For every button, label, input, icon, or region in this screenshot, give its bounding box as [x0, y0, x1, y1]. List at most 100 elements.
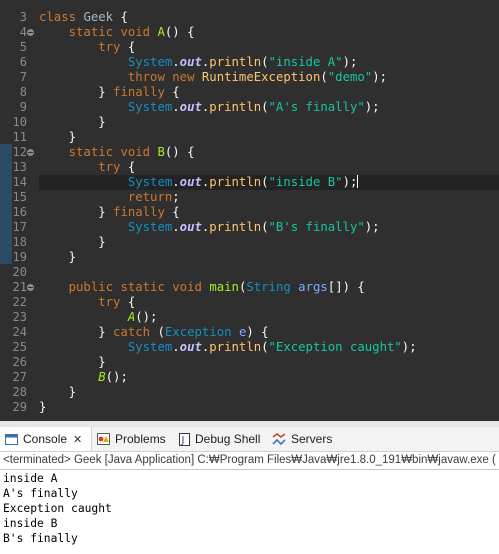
code-line[interactable]: } [39, 250, 499, 265]
code-line[interactable]: } [39, 385, 499, 400]
line-number-row: 24 [0, 325, 37, 340]
code-token: ; [172, 190, 180, 204]
line-number-row: 4 [0, 25, 37, 40]
code-token: ( [261, 175, 269, 189]
code-line[interactable]: } [39, 130, 499, 145]
console-output-line: A's finally [3, 487, 78, 500]
tab-servers-label: Servers [291, 432, 333, 446]
line-number-gutter: 3 4 5 6 7 8 9 10 11 12 13 14 15 16 17 18 19 20 21 22 23 24 25 2… [0, 0, 37, 421]
code-line[interactable]: System.out.println("A's finally"); [39, 100, 499, 115]
line-number-row: 5 [0, 40, 37, 55]
code-line[interactable]: } finally { [39, 205, 499, 220]
line-number: 24 [12, 325, 27, 339]
line-number: 7 [19, 70, 27, 84]
line-number: 5 [19, 40, 27, 54]
code-line[interactable]: public static void main(String args[]) { [39, 280, 499, 295]
console-output[interactable]: inside A A's finally Exception caught insid… [0, 470, 499, 554]
code-token: } [39, 115, 106, 129]
line-number-row: 23 [0, 310, 37, 325]
code-token: Geek [83, 10, 114, 24]
code-line[interactable] [39, 265, 499, 280]
fold-toggle-icon[interactable] [27, 284, 34, 291]
code-token: . [172, 175, 180, 189]
console-output-line: inside B [3, 517, 58, 530]
code-line[interactable]: B(); [39, 370, 499, 385]
code-line[interactable]: try { [39, 295, 499, 310]
line-number: 14 [12, 175, 27, 189]
tab-console[interactable]: Console ✕ [0, 427, 92, 451]
line-number-row: 11 [0, 130, 37, 145]
code-line[interactable]: System.out.println("inside B"); [39, 175, 499, 190]
code-line[interactable]: static void A() { [39, 25, 499, 40]
code-editor[interactable]: 3 4 5 6 7 8 9 10 11 12 13 14 15 16 17 18 19 20 21 22 23 24 25 2… [0, 0, 499, 421]
code-token: return [127, 190, 173, 204]
line-number-row: 15 [0, 190, 37, 205]
line-number-row: 27 [0, 370, 37, 385]
line-number: 20 [12, 265, 27, 279]
svg-text:J: J [181, 435, 185, 446]
code-token: try [98, 40, 121, 54]
code-token: { [164, 205, 180, 219]
code-token: Exception [164, 325, 232, 339]
code-line[interactable]: System.out.println("inside A"); [39, 55, 499, 70]
tab-servers[interactable]: Servers [272, 427, 332, 451]
tab-problems[interactable]: Problems [97, 427, 166, 451]
close-icon[interactable]: ✕ [73, 433, 82, 446]
code-line[interactable]: } [39, 355, 499, 370]
code-line[interactable]: try { [39, 160, 499, 175]
code-line[interactable]: } finally { [39, 85, 499, 100]
code-token: out [179, 55, 202, 69]
code-area[interactable]: class Geek { static void A() { try { Sys… [39, 0, 499, 421]
code-token: out [179, 175, 202, 189]
code-token: main [209, 280, 239, 294]
code-token: "A's finally" [268, 100, 365, 114]
fold-toggle-icon[interactable] [27, 29, 34, 36]
code-line[interactable]: } catch (Exception e) { [39, 325, 499, 340]
code-token: println [209, 220, 262, 234]
tab-debug-shell[interactable]: J Debug Shell [179, 427, 260, 451]
line-number: 29 [12, 400, 27, 414]
line-number-row: 25 [0, 340, 37, 355]
line-number: 17 [12, 220, 27, 234]
code-token: { [120, 40, 136, 54]
code-token: System [127, 100, 173, 114]
code-token: out [179, 340, 202, 354]
tab-debug-shell-label: Debug Shell [195, 432, 261, 446]
code-token: new [172, 70, 195, 84]
line-number-row: 12 [0, 145, 37, 160]
line-number: 27 [12, 370, 27, 384]
line-number-row: 19 [0, 250, 37, 265]
line-number-row: 22 [0, 295, 37, 310]
code-line[interactable]: System.out.println("B's finally"); [39, 220, 499, 235]
line-number-row: 6 [0, 55, 37, 70]
code-line[interactable]: class Geek { [39, 10, 499, 25]
code-line[interactable]: return; [39, 190, 499, 205]
code-line[interactable]: } [39, 400, 499, 415]
code-line[interactable]: } [39, 235, 499, 250]
code-token: . [172, 220, 180, 234]
line-number-row: 13 [0, 160, 37, 175]
code-token: ( [261, 340, 269, 354]
code-line[interactable]: try { [39, 40, 499, 55]
code-line[interactable]: System.out.println("Exception caught"); [39, 340, 499, 355]
tab-problems-label: Problems [115, 432, 166, 446]
code-token: void [120, 145, 151, 159]
code-line[interactable]: static void B() { [39, 145, 499, 160]
code-line[interactable]: throw new RuntimeException("demo"); [39, 70, 499, 85]
code-token: ); [372, 70, 388, 84]
tab-console-label: Console [23, 432, 68, 446]
code-token: ); [401, 340, 417, 354]
fold-toggle-icon[interactable] [27, 149, 34, 156]
servers-icon [272, 433, 286, 445]
code-line[interactable]: A(); [39, 310, 499, 325]
code-line[interactable]: } [39, 115, 499, 130]
